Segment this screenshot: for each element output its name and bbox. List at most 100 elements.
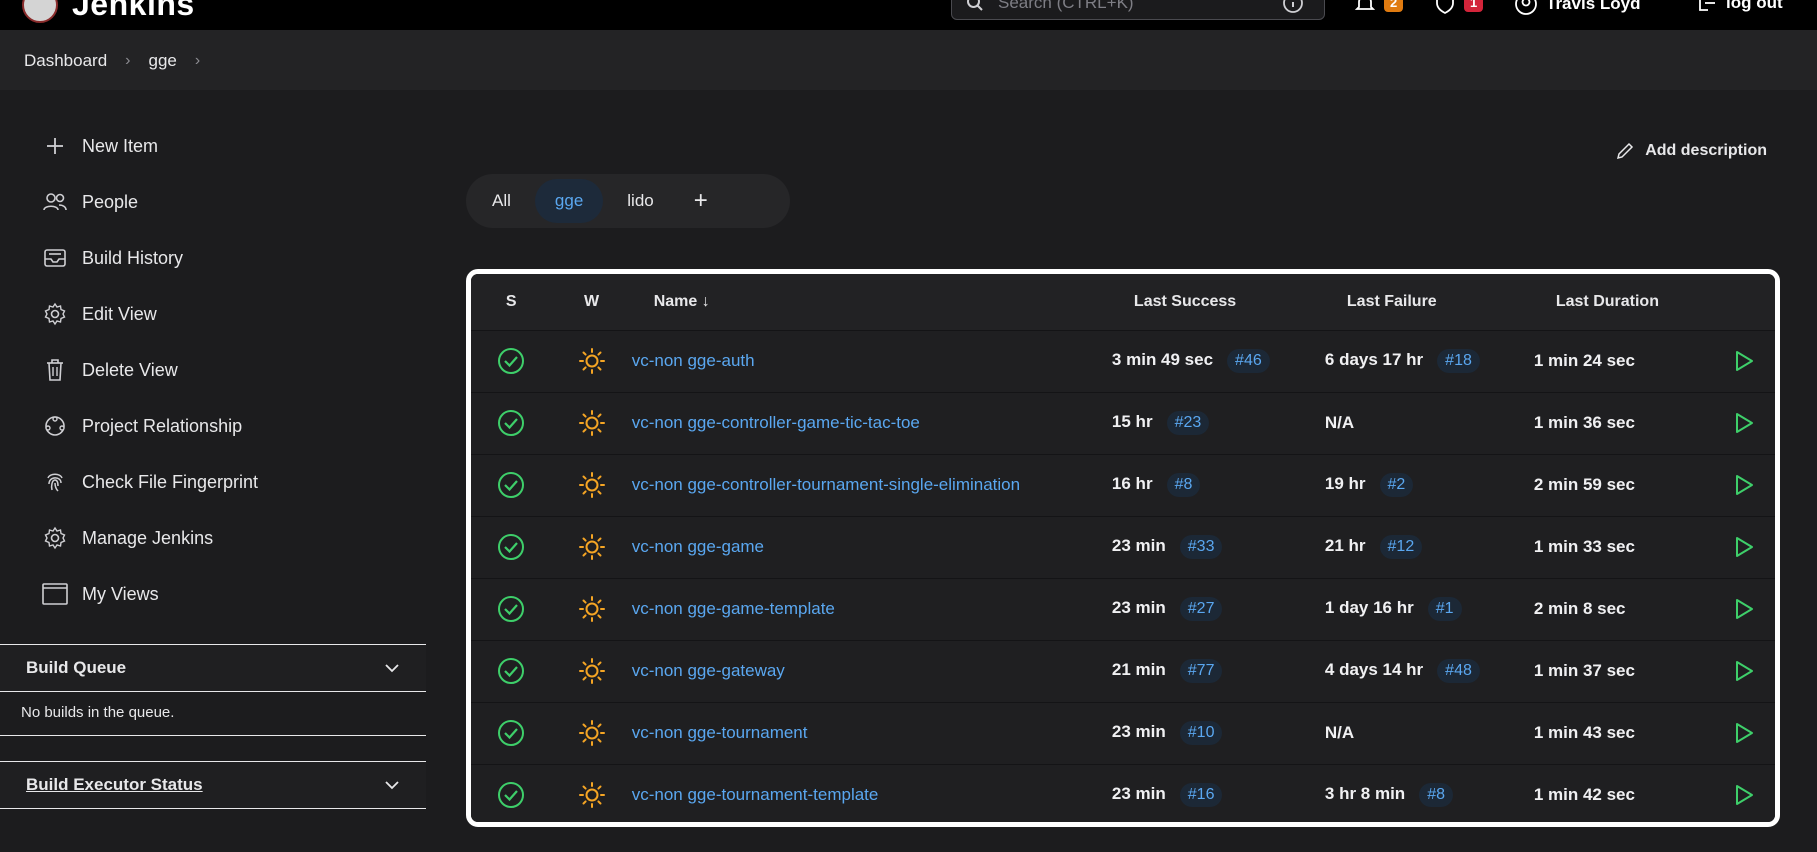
- security-button[interactable]: 1: [1434, 0, 1484, 14]
- add-description-button[interactable]: Add description: [1615, 141, 1767, 161]
- tab-all[interactable]: All: [472, 179, 531, 223]
- brand-name: Jenkins: [72, 0, 195, 22]
- name-cell: vc-non gge-game-template: [632, 578, 1112, 640]
- last-success-build-link[interactable]: #27: [1179, 597, 1223, 621]
- success-check-icon[interactable]: [497, 595, 525, 623]
- last-success-build-link[interactable]: #77: [1179, 659, 1223, 683]
- last-success-build-link[interactable]: #23: [1166, 411, 1210, 435]
- last-duration: 2 min 8 sec: [1533, 599, 1626, 618]
- sidebar-item-check-file-fingerprint[interactable]: Check File Fingerprint: [0, 454, 426, 510]
- last-failure-build-link[interactable]: #12: [1379, 535, 1423, 559]
- chevron-down-icon[interactable]: [384, 663, 400, 673]
- success-check-icon[interactable]: [497, 533, 525, 561]
- last-failure-cell: 1 day 16 hr #1: [1325, 578, 1534, 640]
- sidebar-item-my-views[interactable]: My Views: [0, 566, 426, 622]
- sunny-weather-icon[interactable]: [578, 657, 606, 685]
- play-schedule-build-icon[interactable]: [1733, 783, 1755, 807]
- breadcrumb-bar: Dashboard › gge ›: [0, 30, 1817, 90]
- column-header-last-success[interactable]: Last Success: [1112, 274, 1325, 330]
- sidebar-item-manage-jenkins[interactable]: Manage Jenkins: [0, 510, 426, 566]
- search-input[interactable]: [998, 0, 1268, 13]
- play-schedule-build-icon[interactable]: [1733, 659, 1755, 683]
- breadcrumb-dashboard[interactable]: Dashboard: [24, 51, 107, 71]
- last-success-build-link[interactable]: #33: [1179, 535, 1223, 559]
- column-header-last-duration[interactable]: Last Duration: [1534, 274, 1713, 330]
- last-failure-time: N/A: [1324, 413, 1355, 432]
- name-cell: vc-non gge-tournament-template: [632, 764, 1112, 822]
- success-check-icon[interactable]: [497, 657, 525, 685]
- people-icon: [42, 189, 68, 215]
- last-failure-build-link[interactable]: #18: [1437, 349, 1480, 373]
- sidebar-item-build-history[interactable]: Build History: [0, 230, 426, 286]
- job-link[interactable]: vc-non gge-tournament-template: [632, 785, 879, 804]
- last-duration: 1 min 43 sec: [1533, 723, 1635, 742]
- sunny-weather-icon[interactable]: [578, 595, 606, 623]
- column-header-weather[interactable]: W: [551, 274, 631, 330]
- last-success-build-link[interactable]: #16: [1179, 783, 1223, 808]
- sidebar-item-new-item[interactable]: New Item: [0, 118, 426, 174]
- column-header-last-failure[interactable]: Last Failure: [1325, 274, 1534, 330]
- play-schedule-build-icon[interactable]: [1733, 349, 1755, 373]
- success-check-icon[interactable]: [497, 409, 525, 437]
- play-schedule-build-icon[interactable]: [1733, 721, 1755, 745]
- last-success-cell: 23 min #33: [1112, 516, 1325, 578]
- last-failure-cell: 4 days 14 hr #48: [1325, 640, 1534, 702]
- breadcrumb-gge[interactable]: gge: [149, 51, 177, 71]
- last-success-build-link[interactable]: #10: [1179, 721, 1223, 745]
- name-cell: vc-non gge-tournament: [632, 702, 1112, 764]
- play-schedule-build-icon[interactable]: [1733, 473, 1755, 497]
- last-duration: 2 min 59 sec: [1533, 475, 1635, 494]
- sunny-weather-icon[interactable]: [578, 719, 606, 747]
- job-link[interactable]: vc-non gge-game: [632, 537, 764, 556]
- sunny-weather-icon[interactable]: [578, 347, 606, 375]
- sunny-weather-icon[interactable]: [578, 471, 606, 499]
- logout-button[interactable]: log out: [1696, 0, 1783, 14]
- last-failure-build-link[interactable]: #1: [1427, 597, 1462, 621]
- last-failure-cell: N/A: [1325, 702, 1534, 764]
- play-schedule-build-icon[interactable]: [1733, 535, 1755, 559]
- play-schedule-build-icon[interactable]: [1733, 411, 1755, 435]
- column-header-name[interactable]: Name ↓: [632, 274, 1112, 330]
- success-check-icon[interactable]: [497, 347, 525, 375]
- build-executor-title[interactable]: Build Executor Status: [26, 775, 203, 795]
- brand[interactable]: Jenkins: [22, 0, 195, 23]
- last-failure-cell: N/A: [1325, 392, 1534, 454]
- add-view-button[interactable]: +: [678, 179, 724, 223]
- tab-lido[interactable]: lido: [607, 179, 673, 223]
- sunny-weather-icon[interactable]: [578, 781, 606, 809]
- last-failure-build-link[interactable]: #2: [1379, 473, 1414, 497]
- help-icon[interactable]: [1282, 0, 1304, 14]
- job-link[interactable]: vc-non gge-tournament: [632, 723, 808, 742]
- job-link[interactable]: vc-non gge-game-template: [632, 599, 835, 618]
- build-executor-header[interactable]: Build Executor Status: [0, 762, 426, 808]
- notifications-button[interactable]: 2: [1354, 0, 1404, 14]
- job-link[interactable]: vc-non gge-auth: [632, 351, 755, 370]
- success-check-icon[interactable]: [497, 781, 525, 809]
- sidebar-item-people[interactable]: People: [0, 174, 426, 230]
- chevron-down-icon[interactable]: [384, 780, 400, 790]
- chevron-right-icon[interactable]: ›: [195, 52, 200, 70]
- sunny-weather-icon[interactable]: [578, 533, 606, 561]
- sunny-weather-icon[interactable]: [578, 409, 606, 437]
- last-failure-build-link[interactable]: #8: [1419, 783, 1453, 808]
- play-schedule-build-icon[interactable]: [1733, 597, 1755, 621]
- sidebar-item-edit-view[interactable]: Edit View: [0, 286, 426, 342]
- build-queue-header[interactable]: Build Queue: [0, 645, 426, 691]
- column-header-status[interactable]: S: [471, 274, 551, 330]
- sidebar-item-project-relationship[interactable]: Project Relationship: [0, 398, 426, 454]
- last-failure-build-link[interactable]: #48: [1437, 659, 1480, 683]
- search-box[interactable]: [951, 0, 1325, 20]
- last-success-build-link[interactable]: #8: [1166, 473, 1201, 497]
- job-link[interactable]: vc-non gge-controller-game-tic-tac-toe: [632, 413, 920, 432]
- job-link[interactable]: vc-non gge-controller-tournament-single-…: [632, 475, 1020, 494]
- success-check-icon[interactable]: [497, 719, 525, 747]
- user-menu[interactable]: Travis Loyd: [1514, 0, 1640, 16]
- last-success-cell: 15 hr #23: [1112, 392, 1325, 454]
- last-success-build-link[interactable]: #46: [1227, 349, 1270, 373]
- chevron-right-icon[interactable]: ›: [125, 52, 130, 70]
- success-check-icon[interactable]: [497, 471, 525, 499]
- tab-gge[interactable]: gge: [534, 179, 604, 223]
- weather-cell: [551, 454, 631, 516]
- sidebar-item-delete-view[interactable]: Delete View: [0, 342, 426, 398]
- job-link[interactable]: vc-non gge-gateway: [632, 661, 785, 680]
